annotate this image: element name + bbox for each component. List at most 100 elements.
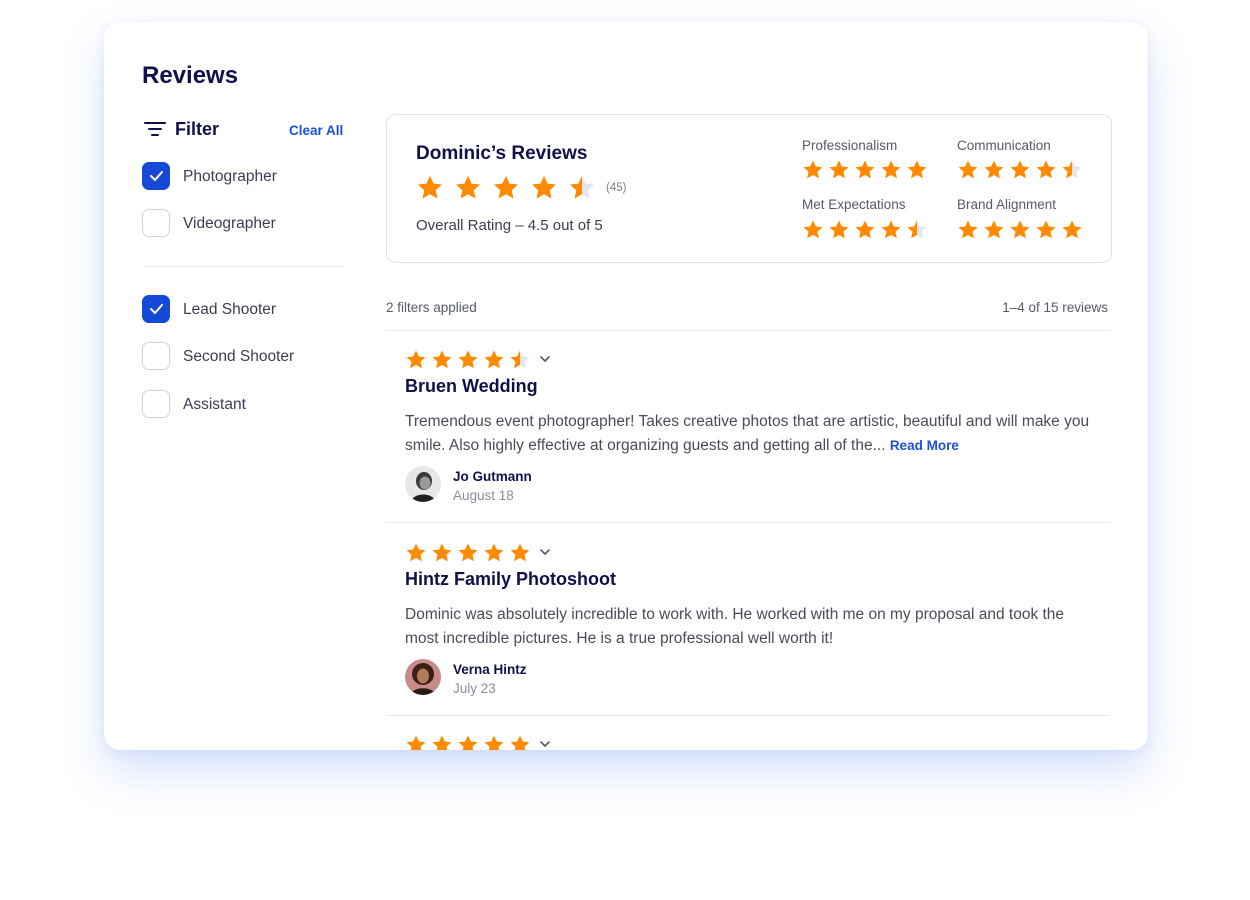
professionalism-stars — [802, 159, 932, 181]
overall-rating-text: Overall Rating – 4.5 out of 5 — [416, 217, 603, 234]
star-full-icon — [984, 220, 1004, 239]
avatar — [405, 659, 441, 695]
category-label-communication: Communication — [957, 138, 1051, 153]
star-full-icon — [1010, 220, 1030, 239]
review-stars — [405, 734, 535, 750]
filter-option-photographer[interactable]: Photographer — [142, 162, 352, 192]
filter-title: Filter — [175, 119, 220, 139]
star-full-icon — [484, 350, 504, 369]
star-full-icon — [907, 160, 927, 179]
review-stars — [405, 542, 535, 564]
star-half-icon — [907, 220, 927, 239]
reviews-card: Reviews Filter Clear All Photographer Vi… — [104, 22, 1148, 750]
review-text: Tremendous event photographer! Takes cre… — [405, 413, 1090, 454]
filter-divider — [144, 266, 344, 267]
author-name: Verna Hintz — [453, 662, 527, 677]
star-full-icon — [458, 735, 478, 750]
rating-summary: Dominic’s Reviews (45) Overall Rating – … — [386, 114, 1112, 263]
star-full-icon — [510, 735, 530, 750]
review-title: Bruen Wedding — [405, 376, 538, 396]
star-full-icon — [406, 350, 426, 369]
checkbox[interactable] — [142, 390, 170, 418]
star-full-icon — [510, 543, 530, 562]
star-full-icon — [484, 543, 504, 562]
review-date: August 18 — [453, 488, 514, 503]
met-expectations-stars — [802, 219, 932, 241]
filter-option-label: Second Shooter — [183, 348, 295, 365]
avatar — [405, 466, 441, 502]
star-full-icon — [1010, 160, 1030, 179]
filter-option-label: Assistant — [183, 396, 246, 413]
checkbox[interactable] — [142, 162, 170, 190]
filter-option-second-shooter[interactable]: Second Shooter — [142, 342, 352, 372]
category-label-professionalism: Professionalism — [802, 138, 898, 153]
review-title: Hintz Family Photoshoot — [405, 569, 616, 589]
star-full-icon — [417, 175, 443, 199]
star-full-icon — [406, 543, 426, 562]
star-full-icon — [432, 735, 452, 750]
filter-option-label: Videographer — [183, 215, 276, 232]
chevron-down-icon[interactable] — [538, 352, 552, 371]
chevron-down-icon[interactable] — [538, 737, 552, 750]
list-divider — [386, 330, 1110, 331]
category-label-brand-alignment: Brand Alignment — [957, 197, 1057, 212]
star-full-icon — [1036, 220, 1056, 239]
star-full-icon — [958, 220, 978, 239]
filter-option-assistant[interactable]: Assistant — [142, 390, 352, 420]
filters-applied-text: 2 filters applied — [386, 300, 477, 315]
communication-stars — [957, 159, 1087, 181]
review-item: Bruen Wedding Tremendous event photograp… — [386, 349, 1110, 519]
review-stars — [405, 349, 535, 371]
star-full-icon — [1062, 220, 1082, 239]
overall-stars — [416, 174, 606, 202]
review-body: Tremendous event photographer! Takes cre… — [405, 410, 1095, 458]
star-full-icon — [984, 160, 1004, 179]
star-full-icon — [855, 220, 875, 239]
star-full-icon — [458, 350, 478, 369]
clear-all-link[interactable]: Clear All — [289, 123, 343, 138]
checkbox[interactable] — [142, 342, 170, 370]
brand-alignment-stars — [957, 219, 1087, 241]
list-divider — [386, 522, 1110, 523]
checkbox[interactable] — [142, 295, 170, 323]
checkbox[interactable] — [142, 209, 170, 237]
star-half-icon — [569, 175, 595, 199]
star-full-icon — [829, 160, 849, 179]
review-body: Dominic was absolutely incredible to wor… — [405, 606, 1065, 647]
star-full-icon — [855, 160, 875, 179]
list-divider — [386, 715, 1110, 716]
star-full-icon — [531, 175, 557, 199]
star-full-icon — [881, 160, 901, 179]
review-item: Hintz Family Photoshoot Dominic was abso… — [386, 542, 1110, 712]
author-name: Jo Gutmann — [453, 469, 532, 484]
page-title: Reviews — [142, 62, 239, 89]
filter-option-videographer[interactable]: Videographer — [142, 209, 352, 239]
star-half-icon — [510, 350, 530, 369]
star-full-icon — [432, 543, 452, 562]
check-icon — [150, 171, 163, 181]
star-full-icon — [484, 735, 504, 750]
category-label-met-expectations: Met Expectations — [802, 197, 906, 212]
chevron-down-icon[interactable] — [538, 545, 552, 564]
star-full-icon — [1036, 160, 1056, 179]
review-count: (45) — [606, 182, 627, 194]
star-full-icon — [803, 220, 823, 239]
star-full-icon — [432, 350, 452, 369]
check-icon — [150, 304, 163, 314]
star-full-icon — [455, 175, 481, 199]
star-full-icon — [803, 160, 823, 179]
read-more-link[interactable]: Read More — [890, 438, 959, 453]
star-full-icon — [829, 220, 849, 239]
filter-option-label: Lead Shooter — [183, 301, 277, 318]
star-full-icon — [406, 735, 426, 750]
filter-icon[interactable] — [144, 122, 166, 138]
star-full-icon — [458, 543, 478, 562]
results-range-text: 1–4 of 15 reviews — [1002, 300, 1108, 315]
summary-title: Dominic’s Reviews — [416, 143, 588, 164]
filter-option-lead-shooter[interactable]: Lead Shooter — [142, 295, 352, 325]
star-full-icon — [958, 160, 978, 179]
star-full-icon — [881, 220, 901, 239]
filter-option-label: Photographer — [183, 168, 277, 185]
filter-header: Filter Clear All — [142, 118, 343, 142]
review-date: July 23 — [453, 681, 496, 696]
